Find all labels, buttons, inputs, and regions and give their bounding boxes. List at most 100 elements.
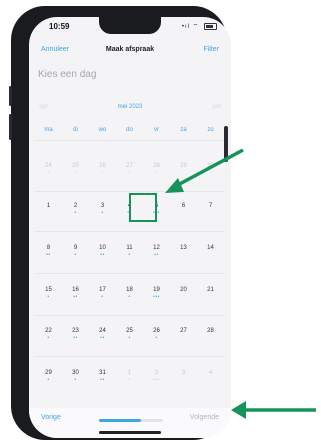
previous-button[interactable]: Vorige: [41, 414, 61, 421]
volume-button: [9, 86, 12, 106]
calendar-day[interactable]: 29: [170, 163, 197, 185]
calendar-day[interactable]: 14: [197, 245, 224, 267]
home-indicator: [99, 431, 161, 434]
calendar-day[interactable]: 22 •: [35, 328, 62, 350]
calendar-day[interactable]: 4: [197, 370, 224, 392]
grid-line: [35, 191, 225, 192]
calendar-day[interactable]: 27 •: [116, 163, 143, 185]
calendar-day[interactable]: 9 •: [62, 245, 89, 267]
availability-dots: ••: [100, 335, 105, 341]
calendar-day[interactable]: 1 •: [116, 370, 143, 392]
availability-dots: •: [47, 294, 50, 300]
day-number: 30: [207, 163, 214, 169]
weekday-label: vr: [154, 127, 159, 133]
page-title: Maak afspraak: [105, 46, 155, 53]
weekday-label: ma: [44, 127, 53, 133]
calendar-day[interactable]: 24 •: [35, 163, 62, 185]
calendar-day[interactable]: 30: [197, 163, 224, 185]
availability-dots: •: [74, 210, 77, 216]
availability-dots: •: [155, 170, 158, 176]
grid-line: [35, 356, 225, 357]
calendar-day[interactable]: 28: [197, 328, 224, 350]
weekday-header: ma di wo do vr za zo: [35, 127, 225, 137]
calendar-day[interactable]: 25 •: [116, 328, 143, 350]
calendar-day[interactable]: 26 •: [89, 163, 116, 185]
availability-dots: •: [101, 294, 104, 300]
volume-button: [9, 114, 12, 140]
calendar-day[interactable]: 10 ••: [89, 245, 116, 267]
calendar-day[interactable]: 23 ••: [62, 328, 89, 350]
availability-dots: •: [155, 335, 158, 341]
status-time: 10:59: [49, 22, 70, 31]
navigation-bar: Annuleer Maak afspraak Filter: [29, 44, 231, 60]
filter-button[interactable]: Filter: [203, 46, 219, 53]
calendar-day[interactable]: 3: [170, 370, 197, 392]
calendar-day[interactable]: 30 •: [62, 370, 89, 392]
calendar-day[interactable]: 17 •: [89, 287, 116, 309]
calendar-day[interactable]: 29 •: [35, 370, 62, 392]
availability-dots: •: [128, 252, 131, 258]
calendar-day[interactable]: 13: [170, 245, 197, 267]
calendar-day[interactable]: 26 •: [143, 328, 170, 350]
month-label: mei 2023: [117, 104, 143, 110]
next-month-button[interactable]: jun: [213, 104, 221, 110]
availability-dots: ••: [73, 294, 78, 300]
availability-dots: •: [47, 170, 50, 176]
weekday-label: di: [73, 127, 78, 133]
availability-dots: •: [47, 377, 50, 383]
battery-icon: [204, 22, 217, 30]
progress-bar: [99, 419, 163, 422]
availability-dots: •: [128, 294, 131, 300]
calendar-day[interactable]: 2 •: [62, 203, 89, 225]
month-switcher: apr mei 2023 jun: [29, 104, 231, 116]
availability-dots: ••: [154, 252, 159, 258]
day-number: 28: [207, 328, 214, 334]
calendar-day[interactable]: 31 ••: [89, 370, 116, 392]
day-number: 13: [180, 245, 187, 251]
calendar-day[interactable]: 6: [170, 203, 197, 225]
calendar-day[interactable]: 7: [197, 203, 224, 225]
calendar-day[interactable]: 1: [35, 203, 62, 225]
availability-dots: •: [128, 335, 131, 341]
grid-line: [35, 315, 225, 316]
day-number: 4: [208, 370, 213, 376]
calendar-day[interactable]: 15 •: [35, 287, 62, 309]
signal-wifi-icon: •ıl ⌔: [181, 24, 200, 30]
calendar-day[interactable]: 25 •: [62, 163, 89, 185]
calendar-day[interactable]: 24 ••: [89, 328, 116, 350]
availability-dots: •: [128, 377, 131, 383]
footer-bar: Vorige Volgende: [29, 408, 231, 438]
page-subtitle: Kies een dag: [38, 69, 97, 80]
day-number: 27: [180, 328, 187, 334]
availability-dots: •: [128, 170, 131, 176]
calendar-day[interactable]: 20: [170, 287, 197, 309]
calendar-day[interactable]: 2 •••: [143, 370, 170, 392]
calendar-day[interactable]: 27: [170, 328, 197, 350]
next-button[interactable]: Volgende: [190, 414, 219, 421]
day-number: 14: [207, 245, 214, 251]
availability-dots: •: [74, 252, 77, 258]
calendar-day[interactable]: 12 ••: [143, 245, 170, 267]
availability-dots: ••: [100, 252, 105, 258]
day-number: 7: [208, 203, 213, 209]
calendar-day[interactable]: 28 •: [143, 163, 170, 185]
calendar-day[interactable]: 21: [197, 287, 224, 309]
selected-day-highlight: [129, 193, 157, 222]
day-number: 20: [180, 287, 187, 293]
calendar-day[interactable]: 8 ••: [35, 245, 62, 267]
app-screen: 10:59 •ıl ⌔ Annuleer Maak afspraak Filte…: [29, 17, 231, 438]
availability-dots: ••: [100, 377, 105, 383]
day-number: 21: [207, 287, 214, 293]
weekday-label: do: [126, 127, 133, 133]
availability-dots: ••: [73, 335, 78, 341]
calendar-day[interactable]: 16 ••: [62, 287, 89, 309]
availability-dots: •: [47, 335, 50, 341]
calendar-day[interactable]: 19 •••: [143, 287, 170, 309]
progress-fill: [99, 419, 142, 422]
calendar-day[interactable]: 3 •: [89, 203, 116, 225]
availability-dots: •••: [153, 377, 160, 383]
arrow-to-next-icon: [231, 401, 316, 419]
calendar-day[interactable]: 11 •: [116, 245, 143, 267]
day-number: 29: [180, 163, 187, 169]
calendar-day[interactable]: 18 •: [116, 287, 143, 309]
